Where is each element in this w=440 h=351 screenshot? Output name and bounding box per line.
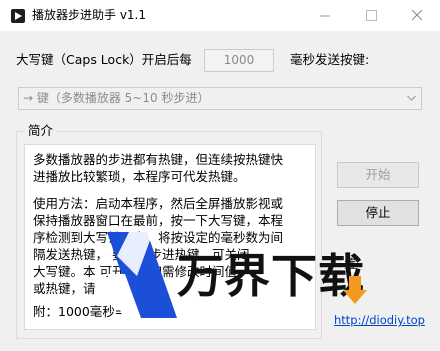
watermark: 万界下载 <box>103 226 373 336</box>
start-button[interactable]: 开始 <box>337 162 419 188</box>
window-title: 播放器步进助手 v1.1 <box>32 8 147 22</box>
maximize-icon <box>365 10 377 21</box>
minimize-icon <box>319 15 330 17</box>
watermark-text: 万界下载 <box>177 249 365 303</box>
key-mode-select[interactable]: → 键（多数播放器 5~10 秒步进） <box>18 87 422 110</box>
interval-input[interactable]: 1000 <box>204 49 274 72</box>
intro-paragraph-1: 多数播放器的步进都有热键，但连续按热键快 进播放比较繁琐，本程序可代发热键。 <box>33 152 284 184</box>
maximize-button[interactable] <box>348 0 394 31</box>
chevron-down-icon <box>407 95 416 101</box>
close-icon <box>411 10 422 21</box>
watermark-logo-icon <box>107 232 177 318</box>
capslock-label: 大写键（Caps Lock）开启后每 <box>16 52 192 67</box>
minimize-button[interactable] <box>302 0 348 31</box>
website-link[interactable]: http://diodiy.top <box>334 312 425 328</box>
interval-suffix-label: 毫秒发送按键: <box>290 52 370 67</box>
app-icon <box>11 9 25 23</box>
watermark-arrow-icon <box>343 276 367 304</box>
intro-group-title: 简介 <box>24 123 58 139</box>
title-bar: 播放器步进助手 v1.1 <box>0 0 440 31</box>
close-button[interactable] <box>394 0 440 31</box>
key-mode-value: → 键（多数播放器 5~10 秒步进） <box>23 91 210 105</box>
stop-button[interactable]: 停止 <box>337 200 419 226</box>
